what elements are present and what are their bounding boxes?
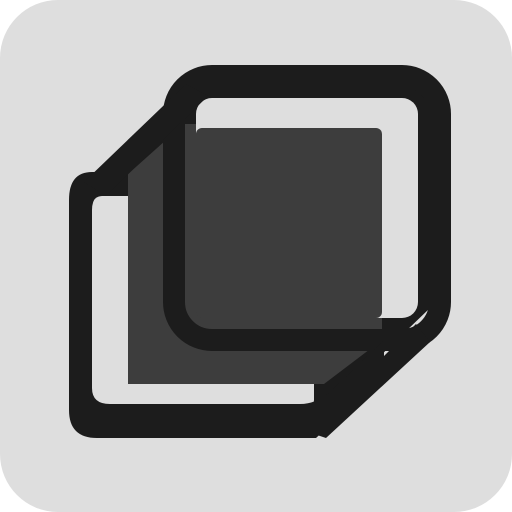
app-icon [0, 0, 512, 512]
stacked-squares-icon [0, 0, 512, 512]
front-square-panel [196, 128, 382, 318]
